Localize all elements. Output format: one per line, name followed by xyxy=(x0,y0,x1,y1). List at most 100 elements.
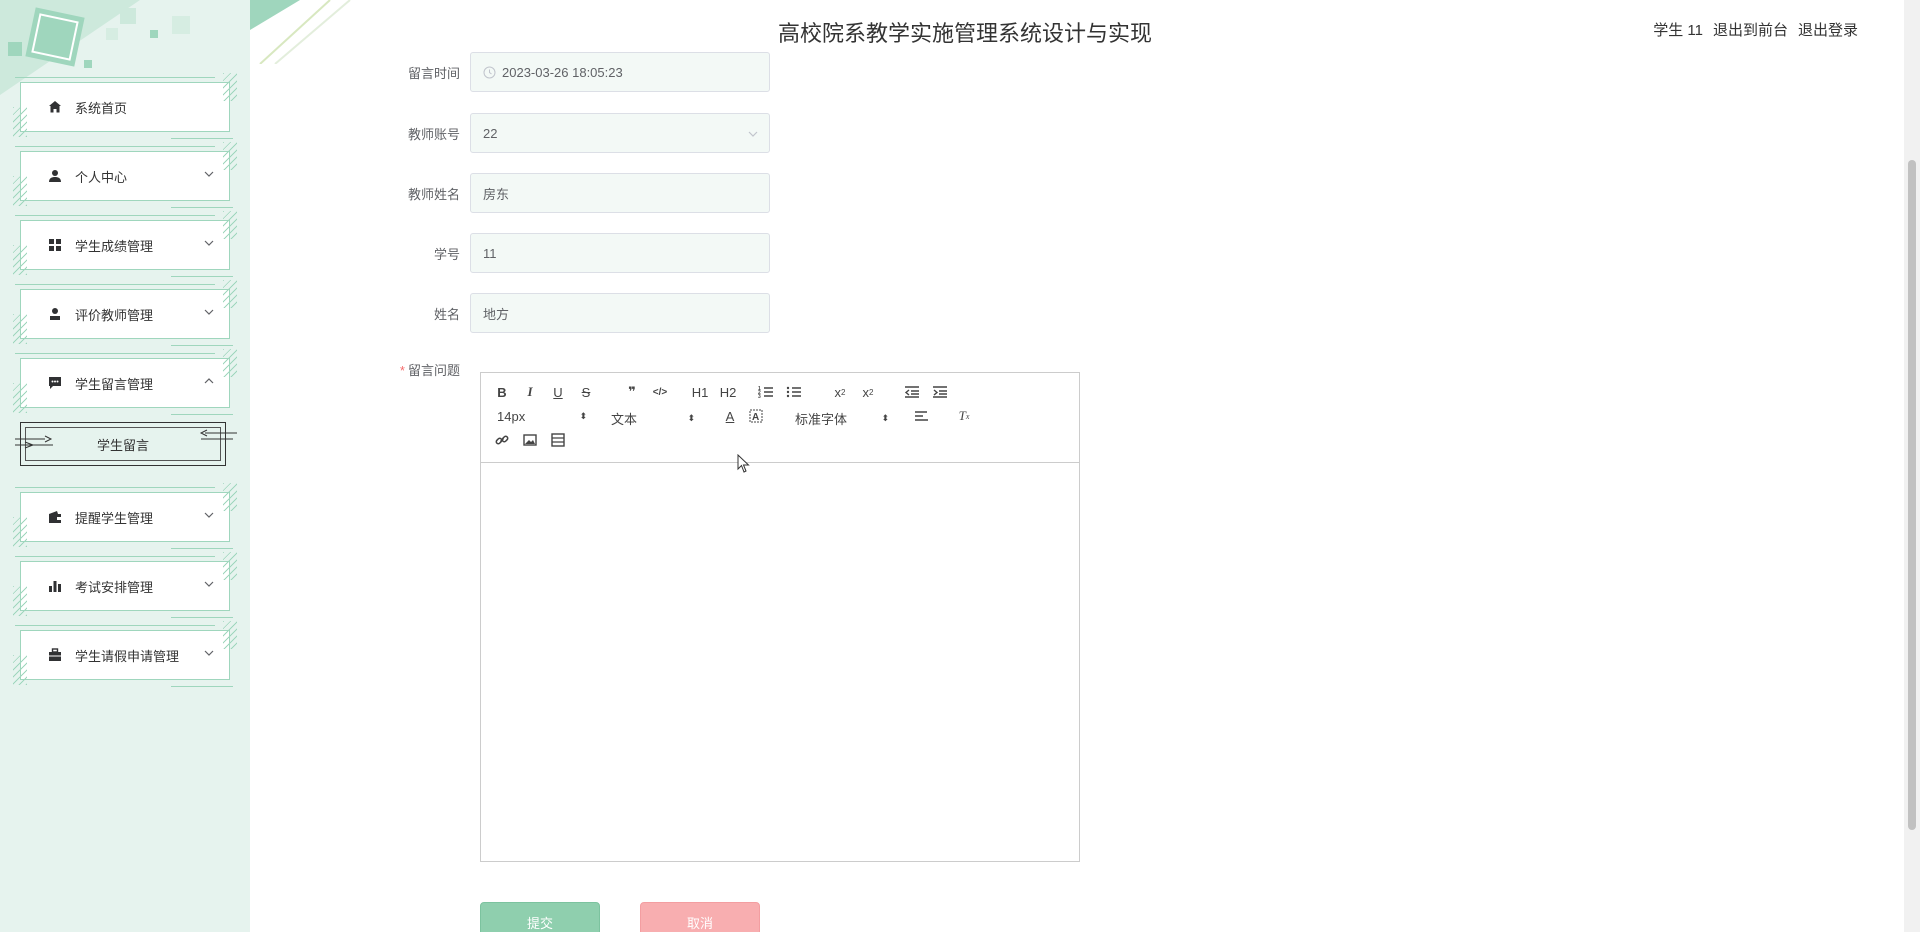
chevron-down-icon xyxy=(204,240,214,246)
font-size-value: 14px xyxy=(497,409,526,424)
wallet-icon xyxy=(47,509,63,525)
question-label: * 留言问题 xyxy=(399,363,460,378)
italic-icon[interactable]: I xyxy=(521,383,539,401)
sidebar-item-teacher-evaluation[interactable]: 评价教师管理 xyxy=(13,280,237,346)
page-scrollbar[interactable] xyxy=(1904,0,1920,932)
sidebar-item-personal-center[interactable]: 个人中心 xyxy=(13,142,237,208)
chevron-down-icon xyxy=(748,131,758,137)
block-type-select[interactable]: 文本 ⬍ xyxy=(611,409,695,428)
svg-text:3: 3 xyxy=(758,394,761,399)
header-user-area: 学生 11 退出到前台 退出登录 xyxy=(1653,19,1858,40)
name-value: 地方 xyxy=(483,306,510,322)
image-icon[interactable] xyxy=(521,431,539,449)
sidebar-item-label: 系统首页 xyxy=(75,100,128,116)
sidebar-item-label: 学生成绩管理 xyxy=(75,238,154,254)
heading1-icon[interactable]: H1 xyxy=(689,383,711,401)
chevron-up-icon xyxy=(204,378,214,384)
sidebar-subitem-label: 学生留言 xyxy=(96,437,149,453)
strikethrough-icon[interactable]: S xyxy=(577,383,595,401)
sidebar-item-label: 提醒学生管理 xyxy=(75,510,154,526)
superscript-icon[interactable]: x2 xyxy=(859,383,877,401)
sidebar-subitem-student-message[interactable]: 学生留言 xyxy=(15,422,237,466)
font-family-value: 标准字体 xyxy=(795,412,848,427)
logout-link[interactable]: 退出登录 xyxy=(1798,19,1858,40)
mouse-cursor-icon xyxy=(737,454,750,473)
submit-button[interactable]: 提交 xyxy=(480,902,600,932)
indent-icon[interactable] xyxy=(931,383,949,401)
page-title: 高校院系教学实施管理系统设计与实现 xyxy=(777,21,1152,46)
sidebar-item-grades[interactable]: 学生成绩管理 xyxy=(13,211,237,277)
font-size-select[interactable]: 14px ⬍ xyxy=(497,409,587,424)
bold-icon[interactable]: B xyxy=(493,383,511,401)
align-icon[interactable] xyxy=(913,407,931,425)
form-row-time: 留言时间 2023-03-26 18:05:23 xyxy=(380,52,770,92)
background-color-icon[interactable]: A xyxy=(747,407,765,425)
outdent-icon[interactable] xyxy=(903,383,921,401)
back-to-front-link[interactable]: 退出到前台 xyxy=(1713,19,1788,40)
teacher-name-field[interactable]: 房东 xyxy=(470,173,770,213)
teacher-account-value: 22 xyxy=(483,125,498,141)
name-field[interactable]: 地方 xyxy=(470,293,770,333)
chevron-down-icon xyxy=(204,309,214,315)
grid-icon xyxy=(47,237,63,253)
sidebar-item-label: 考试安排管理 xyxy=(75,579,154,595)
chevron-down-icon xyxy=(204,650,214,656)
time-field[interactable]: 2023-03-26 18:05:23 xyxy=(470,52,770,92)
editor-toolbar: B I U S ❞ </> H1 H2 123 x2 x2 14px ⬍ 文本 … xyxy=(481,373,1079,463)
subscript-icon[interactable]: x2 xyxy=(831,383,849,401)
chat-icon xyxy=(47,375,63,391)
underline-icon[interactable]: U xyxy=(549,383,567,401)
arrow-right-decoration xyxy=(199,429,237,440)
form-row-teacher-account: 教师账号 22 xyxy=(380,113,770,153)
form-row-teacher-name: 教师姓名 房东 xyxy=(380,173,770,213)
arrow-left-decoration xyxy=(15,435,53,449)
user-stamp-icon xyxy=(47,306,63,322)
chevron-down-icon xyxy=(204,581,214,587)
user-icon xyxy=(47,168,63,184)
chevron-down-icon xyxy=(204,171,214,177)
sidebar-item-label: 学生留言管理 xyxy=(75,376,154,392)
quote-icon[interactable]: ❞ xyxy=(623,383,641,401)
select-arrows-icon: ⬍ xyxy=(579,411,587,421)
clock-icon xyxy=(483,66,496,78)
editor-content-area[interactable] xyxy=(481,463,1079,861)
required-mark: * xyxy=(399,363,405,378)
block-type-value: 文本 xyxy=(611,412,638,427)
bar-chart-icon xyxy=(47,578,63,594)
form-row-student-id: 学号 11 xyxy=(380,233,770,273)
sidebar-item-label: 个人中心 xyxy=(75,169,128,185)
clear-format-icon[interactable]: Tx xyxy=(955,407,973,425)
select-arrows-icon: ⬍ xyxy=(881,413,889,423)
name-label: 姓名 xyxy=(433,306,460,322)
current-user: 学生 11 xyxy=(1653,22,1703,39)
sidebar-item-label: 学生请假申请管理 xyxy=(75,648,180,664)
scrollbar-thumb[interactable] xyxy=(1908,160,1916,830)
svg-text:A: A xyxy=(752,412,759,423)
sidebar-item-leave[interactable]: 学生请假申请管理 xyxy=(13,621,237,687)
sidebar-item-home[interactable]: 系统首页 xyxy=(13,73,237,139)
briefcase-icon xyxy=(47,647,63,663)
link-icon[interactable] xyxy=(493,431,511,449)
home-icon xyxy=(47,99,63,115)
heading2-icon[interactable]: H2 xyxy=(717,383,739,401)
teacher-account-select[interactable]: 22 xyxy=(470,113,770,153)
time-label: 留言时间 xyxy=(407,65,460,81)
chevron-down-icon xyxy=(204,512,214,518)
font-family-select[interactable]: 标准字体 ⬍ xyxy=(795,409,889,428)
bullet-list-icon[interactable] xyxy=(785,383,803,401)
select-arrows-icon: ⬍ xyxy=(687,413,695,423)
ordered-list-icon[interactable]: 123 xyxy=(757,383,775,401)
code-icon[interactable]: </> xyxy=(651,383,669,401)
student-id-label: 学号 xyxy=(433,246,460,262)
rich-text-editor: B I U S ❞ </> H1 H2 123 x2 x2 14px ⬍ 文本 … xyxy=(480,372,1080,862)
cancel-button[interactable]: 取消 xyxy=(640,902,760,932)
time-value: 2023-03-26 18:05:23 xyxy=(502,64,623,80)
sidebar-item-exams[interactable]: 考试安排管理 xyxy=(13,552,237,618)
video-icon[interactable] xyxy=(549,431,567,449)
student-id-field[interactable]: 11 xyxy=(470,233,770,273)
font-color-icon[interactable]: A xyxy=(721,407,739,425)
form-row-name: 姓名 地方 xyxy=(380,293,770,333)
teacher-account-label: 教师账号 xyxy=(407,126,460,142)
sidebar-item-messages[interactable]: 学生留言管理 xyxy=(13,349,237,415)
sidebar-item-reminders[interactable]: 提醒学生管理 xyxy=(13,483,237,549)
